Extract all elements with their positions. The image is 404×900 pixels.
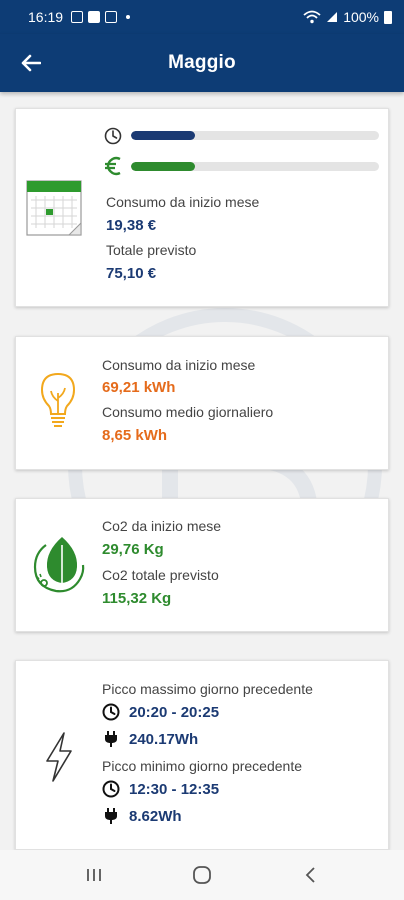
co2-label: Co2 da inizio mese [102,518,222,534]
energy-consumption-label: Consumo da inizio mese [102,357,256,373]
lightning-bolt-icon [46,732,72,782]
system-nav-bar [0,850,404,900]
co2-forecast-value: 115,32 Kg [102,590,172,607]
min-peak-time: 12:30 - 12:35 [129,781,220,798]
max-peak-time: 20:20 - 20:25 [129,704,220,721]
lightbulb-icon [40,372,76,427]
clock-icon [102,703,120,721]
energy-daily-label: Consumo medio giornaliero [102,404,274,420]
signal-icon [327,12,338,22]
cost-consumption-label: Consumo da inizio mese [106,194,260,210]
app-bar: Maggio [0,34,404,92]
euro-icon [105,156,121,176]
calendar-icon [26,180,82,236]
time-progress-bar [131,131,379,140]
time-progress-fill [131,131,196,140]
back-button[interactable] [16,48,46,78]
app-notification-icon [88,11,101,23]
message-notification-icon [105,11,118,23]
status-time: 16:19 [28,9,64,25]
arrow-left-icon [21,54,41,72]
battery-percent: 100% [343,9,379,25]
clock-icon [104,127,122,145]
plug-icon [105,808,117,824]
min-peak-value: 8.62Wh [129,808,182,825]
clock-icon [102,780,120,798]
co2-value: 29,76 Kg [102,541,164,558]
cost-forecast-label: Totale previsto [106,242,197,258]
status-bar: 16:19 100% [0,0,404,34]
cost-forecast-value: 75,10 € [106,265,157,282]
energy-daily-value: 8,65 kWh [102,427,168,444]
system-back-button[interactable] [290,855,330,895]
battery-icon [384,10,392,24]
home-button[interactable] [182,855,222,895]
wifi-icon [303,10,321,24]
gallery-notification-icon [71,11,84,23]
min-peak-label: Picco minimo giorno precedente [102,758,302,774]
recent-apps-icon [87,869,101,881]
energy-consumption-value: 69,21 kWh [102,379,176,396]
max-peak-value: 240.17Wh [129,731,199,748]
plug-icon [105,731,117,747]
eco-leaf-icon [33,537,85,593]
peak-card[interactable]: Picco massimo giorno precedente 20:20 - … [15,660,389,850]
recent-apps-button[interactable] [74,855,114,895]
cost-card[interactable]: Consumo da inizio mese 19,38 € Totale pr… [15,108,389,307]
max-peak-label: Picco massimo giorno precedente [102,681,313,697]
money-progress-bar [131,162,379,171]
home-icon [193,866,211,884]
chevron-left-icon [305,867,315,883]
co2-card[interactable]: Co2 da inizio mese 29,76 Kg Co2 totale p… [15,498,389,632]
notification-icons [71,11,131,23]
co2-forecast-label: Co2 totale previsto [102,567,219,583]
energy-card[interactable]: Consumo da inizio mese 69,21 kWh Consumo… [15,336,389,470]
page-title: Maggio [168,52,236,73]
money-progress-fill [131,162,196,171]
more-notifications-icon [126,15,131,19]
cost-consumption-value: 19,38 € [106,217,157,234]
